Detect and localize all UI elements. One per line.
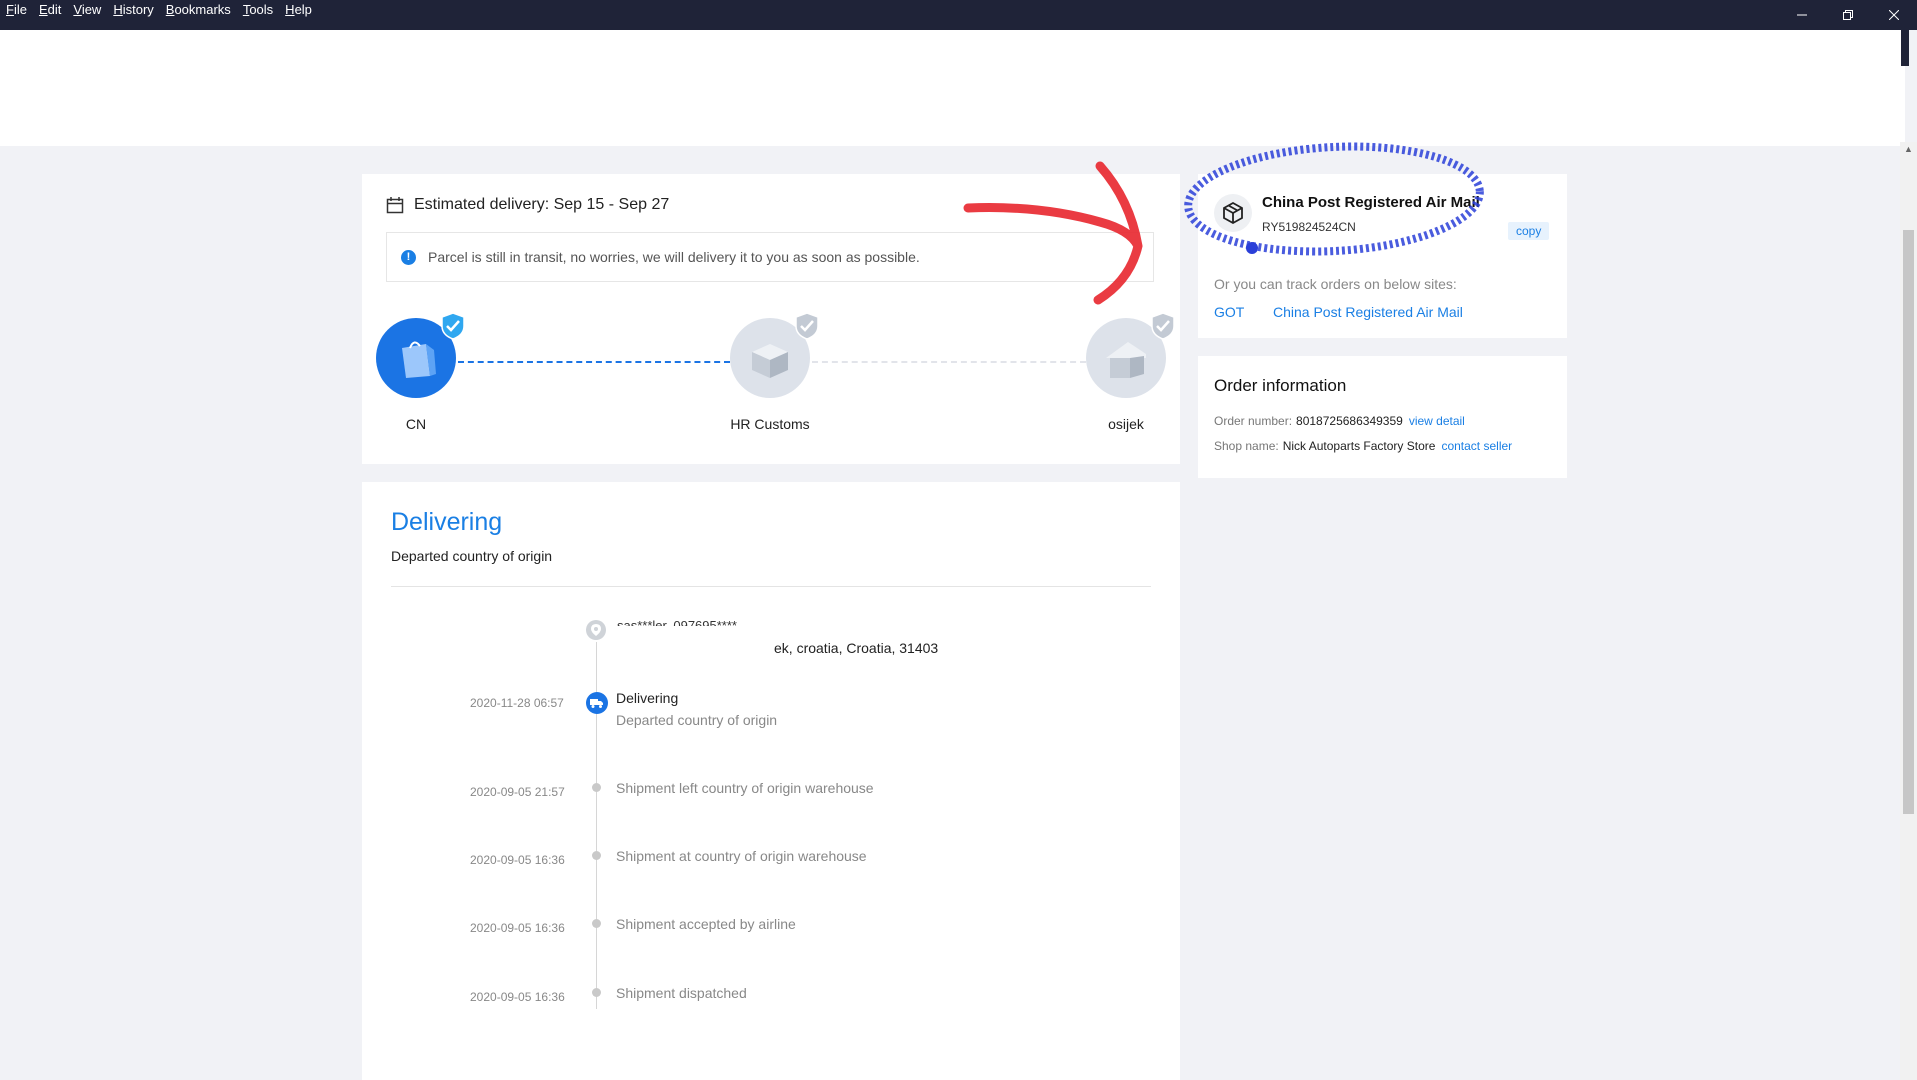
truck-icon: [586, 692, 608, 714]
scrollbar-thumb[interactable]: [1903, 230, 1914, 814]
timeline-dot: [592, 851, 601, 860]
order-title: Order information: [1214, 376, 1347, 395]
restore-icon: [1843, 10, 1853, 20]
step-origin-label: CN: [405, 416, 427, 432]
restore-button[interactable]: [1825, 0, 1871, 30]
event-title: Delivering: [616, 690, 679, 706]
address-line-1: sas***ler, 097695****: [617, 618, 737, 626]
menu-view[interactable]: View: [73, 2, 101, 17]
menu-edit[interactable]: Edit: [39, 2, 61, 17]
menubar: File Edit View History Bookmarks Tools H…: [0, 0, 1917, 30]
menu-help[interactable]: Help: [285, 2, 312, 17]
progress-line-pending: [812, 361, 1086, 363]
scrollbar[interactable]: ▲: [1900, 142, 1917, 1080]
step-customs-label: HR Customs: [730, 416, 810, 432]
window-controls: [1779, 0, 1917, 30]
view-detail-link[interactable]: view detail: [1409, 414, 1465, 428]
step-customs-circle: [730, 312, 819, 398]
calendar-icon: [386, 197, 404, 214]
event-time: 2020-11-28 06:57: [470, 696, 564, 710]
menu-file[interactable]: File: [6, 2, 27, 17]
status-subtitle: Departed country of origin: [391, 548, 553, 564]
alt-tracking-label: Or you can track orders on below sites:: [1214, 276, 1457, 292]
event-time: 2020-09-05 16:36: [470, 990, 565, 1004]
timeline-dot: [592, 783, 601, 792]
event-time: 2020-09-05 16:36: [470, 921, 565, 935]
menu-history[interactable]: History: [113, 2, 153, 17]
order-number-row: Order number: 8018725686349359 view detail: [1214, 414, 1465, 428]
tracking-card: Estimated delivery: Sep 15 - Sep 27 ! Pa…: [362, 174, 1180, 464]
timeline-card: Delivering Departed country of origin sa…: [362, 482, 1180, 1080]
shop-name: Nick Autoparts Factory Store: [1282, 439, 1436, 453]
step-destination: osijek: [1086, 312, 1175, 432]
timeline-dot: [592, 988, 601, 997]
menu-bookmarks[interactable]: Bookmarks: [166, 2, 231, 17]
close-button[interactable]: [1871, 0, 1917, 30]
shield-check-icon: [1151, 312, 1175, 340]
shop-name-label: Shop name:: [1214, 439, 1279, 453]
event-text: Departed country of origin: [616, 712, 778, 728]
minimize-button[interactable]: [1779, 0, 1825, 30]
timeline-dot: [592, 919, 601, 928]
step-origin: CN: [376, 312, 465, 432]
step-destination-circle: [1086, 312, 1175, 398]
order-number-label: Order number:: [1214, 414, 1293, 428]
package-icon: [1214, 194, 1252, 232]
event-text: Shipment dispatched: [616, 985, 747, 1001]
tracking-number: RY519824524CN: [1262, 220, 1356, 234]
site-link-china-post[interactable]: China Post Registered Air Mail: [1273, 304, 1463, 320]
order-number: 8018725686349359: [1296, 414, 1403, 428]
close-icon: [1889, 10, 1899, 20]
location-pin-icon: [586, 620, 606, 640]
event-text: Shipment accepted by airline: [616, 916, 796, 932]
event-text: Shipment left country of origin warehous…: [616, 780, 874, 796]
order-card: Order information Order number: 801872568…: [1198, 356, 1567, 478]
divider: [391, 586, 1151, 587]
shield-check-icon: [441, 312, 465, 340]
page-header-area: [0, 30, 1909, 146]
carrier-name: China Post Registered Air Mail: [1262, 194, 1480, 211]
estimated-delivery: Estimated delivery: Sep 15 - Sep 27: [386, 196, 669, 214]
site-link-got[interactable]: GOT: [1214, 304, 1244, 320]
menu-list: File Edit View History Bookmarks Tools H…: [6, 2, 324, 17]
menu-tools[interactable]: Tools: [243, 2, 273, 17]
step-destination-label: osijek: [1108, 416, 1144, 432]
estimated-delivery-text: Estimated delivery: Sep 15 - Sep 27: [414, 196, 670, 213]
info-icon: !: [401, 249, 416, 265]
address-line-2: ek, croatia, Croatia, 31403: [774, 640, 939, 656]
copy-button[interactable]: copy: [1508, 222, 1550, 240]
event-time: 2020-09-05 16:36: [470, 853, 565, 867]
step-origin-circle: [376, 312, 465, 398]
shop-name-row: Shop name: Nick Autoparts Factory Store co…: [1214, 439, 1512, 453]
event-time: 2020-09-05 21:57: [470, 785, 565, 799]
transit-notice-text: Parcel is still in transit, no worries, …: [428, 249, 920, 265]
contact-seller-link[interactable]: contact seller: [1441, 439, 1512, 453]
transit-notice: ! Parcel is still in transit, no worries…: [386, 232, 1154, 282]
event-text: Shipment at country of origin warehouse: [616, 848, 867, 864]
status-title: Delivering: [391, 508, 503, 536]
scroll-up-icon[interactable]: ▲: [1904, 144, 1913, 154]
header-accent: [1901, 30, 1909, 66]
progress-line-complete: [458, 361, 730, 363]
carrier-card: China Post Registered Air Mail RY5198245…: [1198, 174, 1567, 338]
minimize-icon: [1797, 14, 1807, 16]
step-customs: HR Customs: [730, 312, 819, 432]
shield-check-icon: [795, 312, 819, 340]
